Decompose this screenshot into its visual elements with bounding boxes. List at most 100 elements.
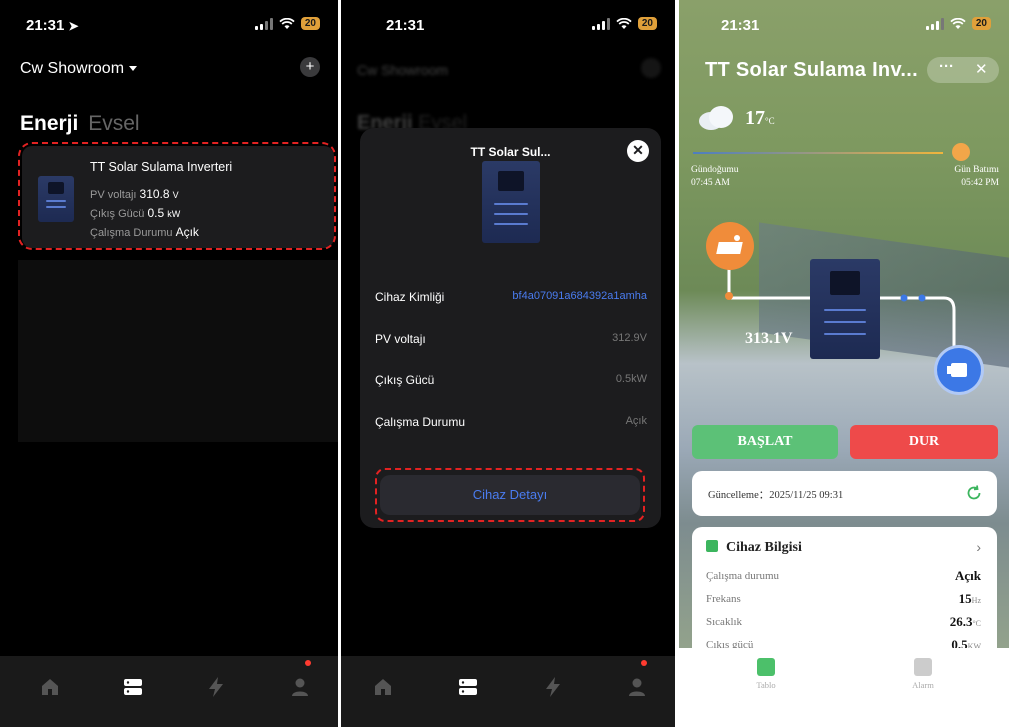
cloud-icon — [699, 106, 733, 130]
close-icon: ✕ — [632, 142, 644, 158]
time-text: 21:31 — [26, 17, 65, 34]
modal-title: TT Solar Sul... — [470, 145, 551, 159]
info-label: Frekans — [706, 593, 741, 605]
home-selector[interactable]: Cw Showroom — [20, 60, 138, 77]
update-time: Güncelleme：2025/11/25 09:31 — [708, 490, 844, 501]
status-time: 21:31 ➤ — [26, 17, 79, 34]
power-value: 0.5kW — [615, 373, 647, 385]
page-title: TT Solar Sulama Inv... — [705, 59, 918, 81]
wifi-icon — [616, 17, 632, 29]
info-label: Sıcaklık — [706, 616, 743, 628]
info-unit: °C — [972, 619, 981, 628]
bottom-tabbar — [341, 656, 675, 727]
screen-device-popup: 21:31 20 Cw Showroom Enerji Evsel TT Sol… — [341, 0, 675, 727]
highlight-box — [375, 468, 645, 522]
start-button[interactable]: BAŞLAT — [692, 425, 838, 459]
close-icon[interactable]: ✕ — [975, 60, 988, 78]
info-unit: Hz — [971, 596, 981, 605]
status-time: 21:31 — [386, 17, 425, 34]
signal-icon — [254, 17, 273, 30]
battery-icon: 20 — [637, 17, 657, 30]
refresh-icon[interactable] — [965, 484, 983, 502]
tab-evsel[interactable]: Evsel — [88, 112, 139, 135]
state-label: Çalışma Durumu — [375, 415, 466, 429]
pv-label: PV voltajı — [375, 332, 426, 346]
state-row: Çalışma Durumu Açık — [375, 415, 647, 429]
temperature: 17°C — [745, 107, 775, 130]
home-icon[interactable] — [38, 675, 62, 699]
motor-icon — [934, 345, 984, 395]
device-info-card: Cihaz Bilgisi › Çalışma durumu Açık Freka… — [692, 527, 997, 667]
info-row: Çalışma durumu Açık — [706, 568, 981, 583]
stop-button[interactable]: DUR — [850, 425, 998, 459]
device-modal: TT Solar Sul... ✕ Cihaz Kimliği bf4a0709… — [360, 128, 661, 528]
home-icon[interactable] — [371, 675, 395, 699]
tab-label: Alarm — [912, 680, 934, 690]
output-power-row: Çıkış Gücü 0.5kW — [375, 373, 647, 387]
caret-down-icon — [129, 66, 138, 72]
close-button[interactable]: ✕ — [627, 140, 649, 162]
empty-panel — [18, 260, 338, 442]
pv-value: 312.9V — [612, 332, 647, 344]
info-title: Cihaz Bilgisi — [726, 540, 802, 555]
location-icon: ➤ — [68, 19, 79, 33]
temp-unit: °C — [765, 116, 775, 126]
energy-icon[interactable] — [204, 675, 228, 699]
header: Cw Showroom + — [20, 57, 320, 80]
tab-alarm[interactable]: Alarm — [903, 658, 943, 690]
info-row: Frekans 15Hz — [706, 591, 981, 606]
screen-device-detail: 21:31 20 TT Solar Sulama Inv... ··· ✕ 17… — [679, 0, 1009, 727]
notification-dot — [641, 660, 647, 666]
info-label: Çalışma durumu — [706, 570, 780, 582]
profile-icon[interactable] — [288, 675, 312, 699]
category-tabs: Enerji Evsel — [20, 112, 140, 136]
info-icon — [706, 540, 718, 552]
device-id-label: Cihaz Kimliği — [375, 290, 445, 304]
tab-label: Tablo — [756, 680, 776, 690]
state-value: Açık — [625, 415, 647, 427]
sun-progress-line — [693, 152, 943, 154]
power-label: Çıkış Gücü — [375, 373, 435, 387]
solar-panel-icon — [706, 222, 754, 270]
wifi-icon — [950, 17, 966, 29]
chart-icon — [757, 658, 775, 676]
chevron-right-icon[interactable]: › — [976, 539, 981, 555]
inverter-image — [482, 161, 540, 243]
sunrise-time: 07:45 AM — [691, 178, 730, 188]
status-bar: 21:31 20 — [679, 14, 1009, 38]
pv-voltage-value: 313.1V — [745, 330, 793, 347]
bg-home-title: Cw Showroom — [357, 62, 449, 78]
profile-icon[interactable] — [625, 675, 649, 699]
device-id-value[interactable]: bf4a07091a684392a1amha — [512, 290, 647, 302]
pv-voltage-row: PV voltajı 312.9V — [375, 332, 647, 346]
inverter-image — [810, 259, 880, 359]
battery-icon: 20 — [971, 17, 991, 30]
screen-device-list: 21:31 ➤ 20 Cw Showroom + Enerji Evsel TT… — [0, 0, 338, 727]
add-device-button[interactable]: + — [300, 57, 320, 77]
status-time: 21:31 — [721, 17, 760, 34]
sunset-icon — [952, 143, 970, 161]
info-value: Açık — [955, 568, 981, 583]
notification-dot — [305, 660, 311, 666]
alarm-icon — [914, 658, 932, 676]
detail-tabbar: Tablo Alarm — [679, 648, 1009, 727]
info-value: 26.3 — [949, 614, 973, 629]
energy-icon[interactable] — [541, 675, 565, 699]
more-icon[interactable]: ··· — [939, 58, 954, 75]
info-row: Sıcaklık 26.3°C — [706, 614, 981, 629]
update-card: Güncelleme：2025/11/25 09:31 — [692, 471, 997, 516]
highlight-box — [18, 142, 336, 250]
sunset-time: 05:42 PM — [961, 178, 999, 188]
signal-icon — [925, 17, 944, 30]
bottom-tabbar — [0, 656, 338, 727]
info-header[interactable]: Cihaz Bilgisi — [706, 540, 802, 556]
tab-enerji[interactable]: Enerji — [20, 112, 78, 135]
devices-icon[interactable] — [121, 675, 145, 699]
info-value: 15 — [958, 591, 972, 606]
plus-icon: + — [305, 58, 315, 75]
device-id-row: Cihaz Kimliği bf4a07091a684392a1amha — [375, 290, 647, 304]
tab-tablo[interactable]: Tablo — [746, 658, 786, 690]
devices-icon[interactable] — [456, 675, 480, 699]
status-bar: 21:31 ➤ 20 — [0, 14, 338, 38]
home-title: Cw Showroom — [20, 60, 125, 77]
